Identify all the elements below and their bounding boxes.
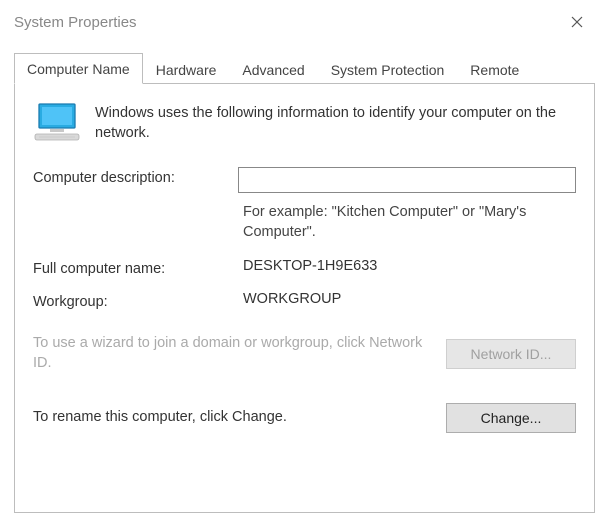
full-name-value: DESKTOP-1H9E633 (243, 258, 576, 274)
tab-hardware[interactable]: Hardware (143, 54, 230, 84)
tab-computer-name[interactable]: Computer Name (14, 53, 143, 84)
workgroup-value: WORKGROUP (243, 291, 576, 307)
network-id-button: Network ID... (446, 339, 576, 369)
computer-icon (33, 102, 81, 147)
full-name-label: Full computer name: (33, 258, 243, 277)
close-icon[interactable] (557, 8, 597, 36)
tab-system-protection[interactable]: System Protection (318, 54, 458, 84)
tab-remote[interactable]: Remote (457, 54, 532, 84)
tab-advanced[interactable]: Advanced (229, 54, 317, 84)
intro-text: Windows uses the following information t… (95, 102, 576, 143)
tab-strip: Computer Name Hardware Advanced System P… (14, 52, 595, 83)
workgroup-label: Workgroup: (33, 291, 243, 310)
rename-text: To rename this computer, click Change. (33, 408, 426, 428)
description-input[interactable] (238, 167, 576, 193)
description-hint: For example: "Kitchen Computer" or "Mary… (243, 203, 583, 242)
network-id-text: To use a wizard to join a domain or work… (33, 334, 426, 373)
window-title: System Properties (14, 14, 137, 31)
tab-panel-computer-name: Windows uses the following information t… (14, 83, 595, 513)
change-button[interactable]: Change... (446, 403, 576, 433)
description-label: Computer description: (33, 167, 238, 186)
